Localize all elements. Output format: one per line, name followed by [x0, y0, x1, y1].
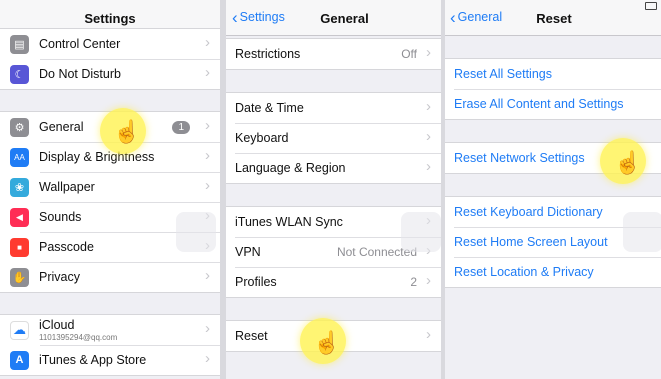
- row-label: Erase All Content and Settings: [454, 97, 624, 111]
- chevron-right-icon: ›: [426, 272, 431, 289]
- display-brightness-icon: AA: [10, 147, 29, 167]
- row-label: Control Center: [39, 37, 121, 51]
- itunes-app-store-row[interactable]: A iTunes & App Store ›: [0, 345, 220, 375]
- icloud-icon: ☁: [10, 320, 29, 340]
- row-label: Passcode: [39, 240, 94, 254]
- settings-panel: Settings ▤ Control Center › ☾ Do Not Dis…: [0, 0, 220, 379]
- chevron-right-icon: ›: [426, 44, 431, 61]
- row-label: Wallpaper: [39, 180, 95, 194]
- row-label: Reset Keyboard Dictionary: [454, 205, 603, 219]
- chevron-right-icon: ›: [205, 177, 210, 194]
- reset-navbar: ‹ General Reset: [445, 0, 661, 36]
- settings-group-1: ▤ Control Center › ☾ Do Not Disturb ›: [0, 28, 220, 90]
- row-label: Reset: [235, 329, 268, 343]
- privacy-row[interactable]: ✋ Privacy ›: [0, 262, 220, 292]
- row-label: VPN: [235, 245, 261, 259]
- restrictions-row[interactable]: Restrictions Off ›: [226, 39, 441, 69]
- row-label: Sounds: [39, 210, 82, 224]
- wallpaper-icon: ❀: [10, 177, 29, 197]
- language-region-row[interactable]: Language & Region ›: [226, 153, 441, 183]
- reset-group-1: Reset All Settings Erase All Content and…: [445, 58, 661, 120]
- row-label: General: [39, 120, 84, 134]
- pointer-hand-icon: ☝: [614, 150, 642, 175]
- battery-icon: [645, 2, 657, 10]
- keyboard-row[interactable]: Keyboard ›: [226, 123, 441, 153]
- update-badge: 1: [172, 120, 190, 134]
- gear-icon: ⚙: [10, 117, 29, 137]
- chevron-right-icon: ›: [205, 267, 210, 284]
- general-panel: ‹ Settings General Restrictions Off › Dat…: [226, 0, 441, 379]
- erase-all-content-button[interactable]: Erase All Content and Settings: [445, 89, 661, 119]
- control-center-icon: ▤: [10, 34, 29, 54]
- moon-icon: ☾: [10, 64, 29, 84]
- chevron-right-icon: ›: [426, 326, 431, 343]
- chevron-right-icon: ›: [205, 147, 210, 164]
- row-value: Off: [401, 47, 417, 61]
- chevron-right-icon: ›: [205, 117, 210, 134]
- chevron-right-icon: ›: [426, 98, 431, 115]
- chevron-right-icon: ›: [205, 350, 210, 367]
- pointer-hand-icon: ☝: [313, 330, 341, 355]
- row-label: Display & Brightness: [39, 150, 155, 164]
- chevron-right-icon: ›: [205, 320, 210, 337]
- page-title: General: [320, 11, 369, 26]
- row-label: Date & Time: [235, 101, 304, 115]
- row-label: Restrictions: [235, 47, 301, 61]
- general-group-2: Date & Time › Keyboard › Language & Regi…: [226, 92, 441, 184]
- icloud-account: 1101395294@qq.com: [39, 333, 118, 342]
- control-center-row[interactable]: ▤ Control Center ›: [0, 29, 220, 59]
- row-label: Reset Location & Privacy: [454, 265, 594, 279]
- reset-all-settings-button[interactable]: Reset All Settings: [445, 59, 661, 89]
- date-time-row[interactable]: Date & Time ›: [226, 93, 441, 123]
- assistive-touch-ghost: [401, 212, 441, 252]
- page-title: Reset: [536, 11, 572, 26]
- page-title: Settings: [84, 11, 136, 26]
- row-value: 2: [410, 275, 417, 289]
- assistive-touch-ghost: [176, 212, 216, 252]
- wallpaper-row[interactable]: ❀ Wallpaper ›: [0, 172, 220, 202]
- general-navbar: ‹ Settings General: [226, 0, 441, 36]
- chevron-right-icon: ›: [205, 64, 210, 81]
- chevron-right-icon: ›: [426, 128, 431, 145]
- chevron-left-icon: ‹: [232, 8, 238, 27]
- settings-group-3: ☁ iCloud 1101395294@qq.com › A iTunes & …: [0, 314, 220, 376]
- icloud-row[interactable]: ☁ iCloud 1101395294@qq.com ›: [0, 315, 220, 345]
- row-label: Reset All Settings: [454, 67, 552, 81]
- row-label: iTunes WLAN Sync: [235, 215, 343, 229]
- row-label: iTunes & App Store: [39, 353, 147, 367]
- do-not-disturb-row[interactable]: ☾ Do Not Disturb ›: [0, 59, 220, 89]
- reset-location-privacy-button[interactable]: Reset Location & Privacy: [445, 257, 661, 287]
- row-label: Keyboard: [235, 131, 289, 145]
- pointer-hand-icon: ☝: [113, 119, 141, 144]
- row-label: Profiles: [235, 275, 277, 289]
- row-label: iCloud: [39, 318, 75, 332]
- sounds-icon: ◀: [10, 207, 29, 227]
- row-label: Language & Region: [235, 161, 346, 175]
- chevron-right-icon: ›: [426, 158, 431, 175]
- row-label: Reset Network Settings: [454, 151, 585, 165]
- row-label: Privacy: [39, 270, 80, 284]
- assistive-touch-ghost: [623, 212, 661, 252]
- chevron-right-icon: ›: [205, 34, 210, 51]
- row-label: Do Not Disturb: [39, 67, 121, 81]
- icloud-text: iCloud 1101395294@qq.com: [39, 318, 117, 342]
- general-group-1: Restrictions Off ›: [226, 38, 441, 70]
- reset-panel: ‹ General Reset Reset All Settings Erase …: [445, 0, 661, 379]
- lock-icon: ■: [10, 237, 29, 257]
- row-label: Reset Home Screen Layout: [454, 235, 608, 249]
- app-store-icon: A: [10, 350, 29, 370]
- hand-icon: ✋: [10, 267, 29, 287]
- profiles-row[interactable]: Profiles 2 ›: [226, 267, 441, 297]
